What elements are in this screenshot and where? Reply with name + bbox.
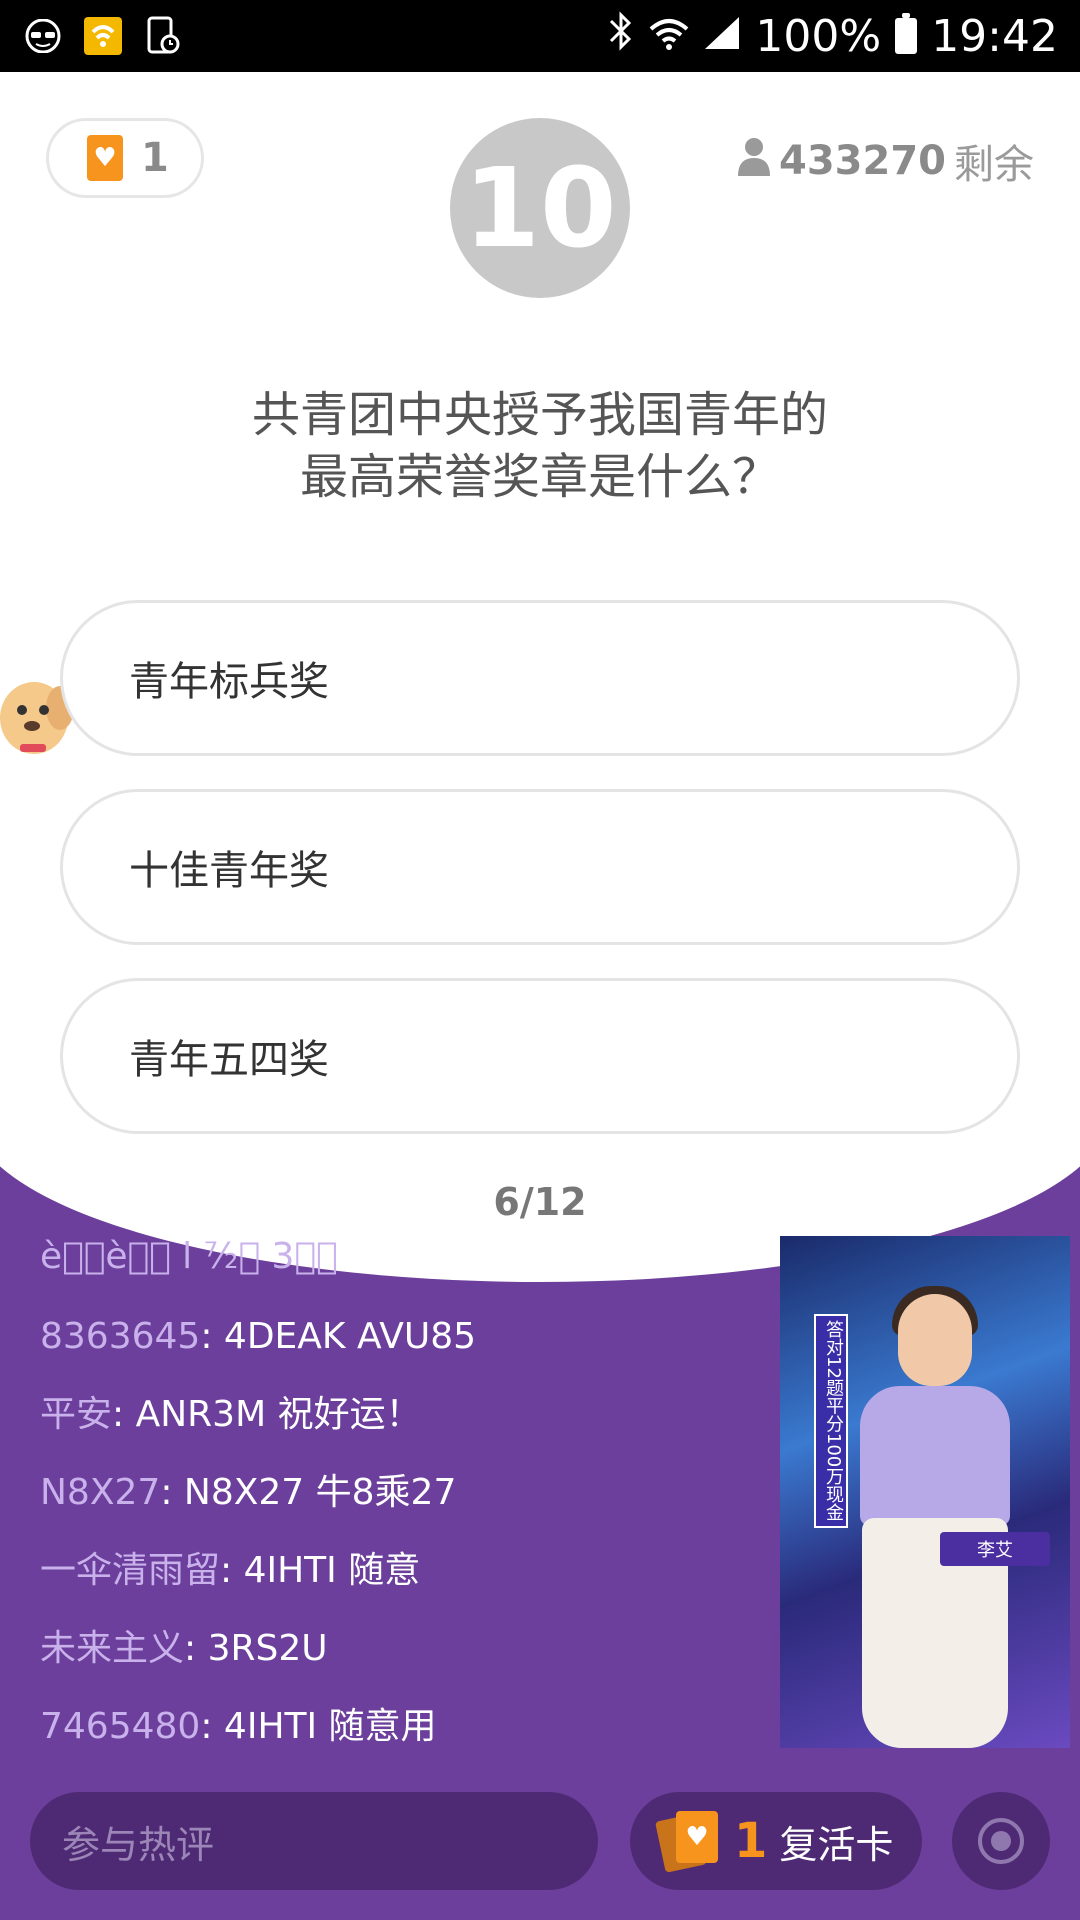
battery-percent: 100%	[755, 10, 882, 62]
progress-current: 6	[493, 1180, 520, 1224]
chat-user: N8X27	[40, 1472, 161, 1513]
presenter-head	[898, 1294, 972, 1386]
chat-partial-line: è  è   l ⁷⁄₂  3  	[40, 1236, 338, 1277]
bluetooth-icon	[607, 10, 635, 62]
chat-message: 平安: ANR3M 祝好运！	[40, 1376, 760, 1454]
person-icon	[737, 136, 771, 186]
chat-user: 一伞清雨留	[40, 1550, 221, 1591]
chat-user: 未来主义	[40, 1628, 185, 1669]
chat-text: : N8X27 牛8乘27	[160, 1472, 457, 1513]
progress-total: /12	[519, 1180, 587, 1224]
live-video[interactable]: 答对12题平分100万现金 李艾	[780, 1236, 1070, 1748]
answer-option-2[interactable]: 十佳青年奖	[60, 789, 1020, 945]
answer-option-3[interactable]: 青年五四奖	[60, 978, 1020, 1134]
chat-text: : ANR3M 祝好运！	[112, 1394, 422, 1435]
video-banner: 答对12题平分100万现金	[814, 1314, 848, 1528]
signal-icon	[703, 11, 741, 62]
chat-user: 7465480	[40, 1706, 201, 1747]
question-text: 共青团中央授予我国青年的 最高荣誉奖章是什么？	[120, 384, 960, 508]
target-icon	[978, 1818, 1024, 1864]
presenter-name-tag: 李艾	[940, 1532, 1050, 1566]
incognito-icon	[22, 15, 64, 57]
chat-text: : 4DEAK AVU85	[200, 1316, 477, 1357]
comment-input[interactable]: 参与热评	[30, 1792, 598, 1890]
chat-list: 8363645: 4DEAK AVU85 平安: ANR3M 祝好运！ N8X2…	[40, 1298, 760, 1766]
chat-message: 7465480: 4IHTI 随意用	[40, 1688, 760, 1766]
chat-message: 8363645: 4DEAK AVU85	[40, 1298, 760, 1376]
question-progress: 6/12	[0, 1180, 1080, 1224]
chat-text: : 4IHTI 随意	[220, 1550, 421, 1591]
question-line-1: 共青团中央授予我国青年的	[251, 387, 828, 443]
clock: 19:42	[931, 10, 1058, 62]
revive-count: 1	[734, 1813, 768, 1869]
chat-text: : 3RS2U	[184, 1628, 328, 1669]
chat-text: : 4IHTI 随意用	[200, 1706, 437, 1747]
wifi-app-icon	[82, 15, 124, 57]
revive-card-icon: ♥	[655, 1811, 722, 1873]
remaining-players: 433270 剩余	[737, 132, 1034, 190]
lives-counter: ♥ 1	[46, 118, 204, 198]
chat-message: 未来主义: 3RS2U	[40, 1610, 760, 1688]
remaining-label: 剩余	[954, 142, 1034, 188]
remaining-count: 433270	[779, 138, 946, 184]
target-button[interactable]	[952, 1792, 1050, 1890]
chat-message: 一伞清雨留: 4IHTI 随意	[40, 1532, 760, 1610]
countdown-timer: 10	[450, 118, 630, 298]
revive-label: 复活卡	[779, 1822, 894, 1867]
battery-icon	[895, 13, 918, 54]
answer-option-1[interactable]: 青年标兵奖	[60, 600, 1020, 756]
lives-count: 1	[141, 135, 169, 181]
presenter-top	[860, 1386, 1010, 1526]
screen-lock-icon	[142, 15, 184, 57]
chat-user: 8363645	[40, 1316, 201, 1357]
status-bar: 100% 19:42	[0, 0, 1080, 72]
chat-user: 平安	[40, 1394, 113, 1435]
heart-card-icon: ♥	[87, 135, 123, 181]
chat-message: N8X27: N8X27 牛8乘27	[40, 1454, 760, 1532]
wifi-icon	[649, 11, 689, 62]
revive-card-button[interactable]: ♥ 1 复活卡	[630, 1792, 922, 1890]
question-line-2: 最高荣誉奖章是什么？	[299, 449, 780, 505]
